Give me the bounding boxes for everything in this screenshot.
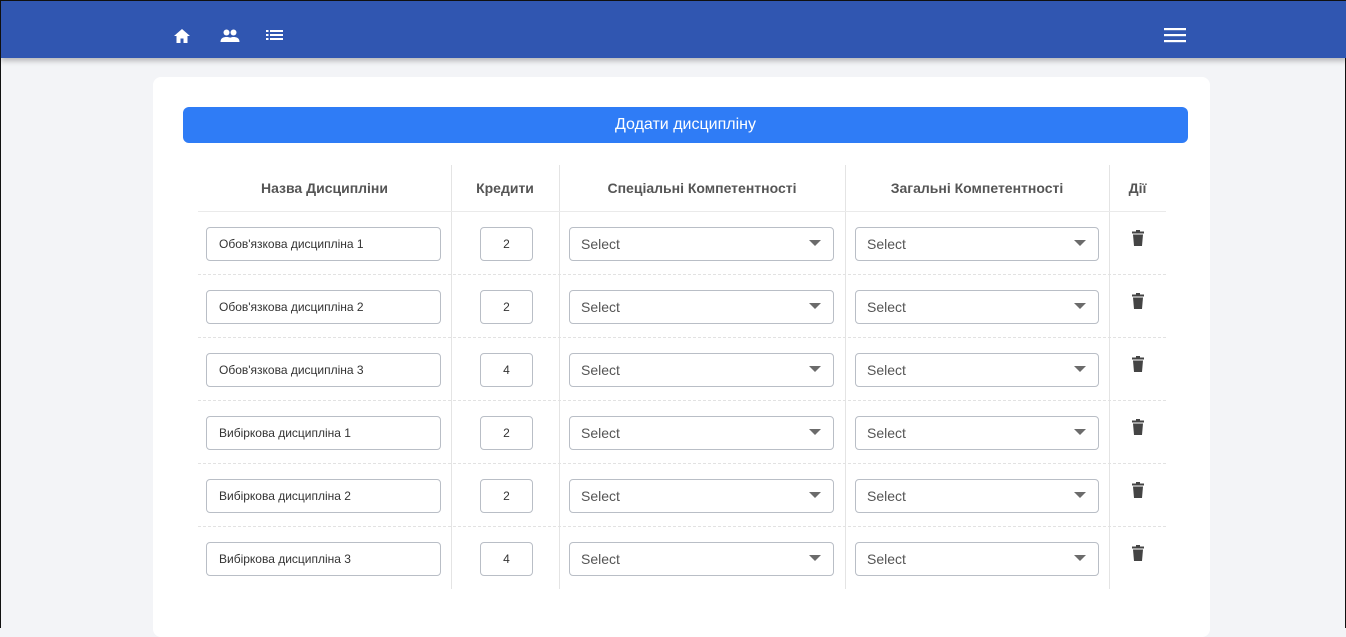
select-placeholder: Select (581, 362, 620, 378)
discipline-name-input[interactable] (206, 290, 441, 324)
discipline-name-input[interactable] (206, 416, 441, 450)
caret-down-icon (809, 303, 821, 309)
caret-down-icon (1074, 429, 1086, 435)
column-header-general-competencies: Загальні Компетентності (890, 180, 1064, 196)
credits-input[interactable] (480, 290, 533, 324)
home-icon[interactable] (173, 28, 193, 46)
credits-input[interactable] (480, 353, 533, 387)
trash-icon[interactable] (1132, 482, 1146, 500)
general-competencies-select[interactable]: Select (855, 227, 1099, 261)
credits-input[interactable] (480, 542, 533, 576)
table-row: Select Select (198, 464, 1166, 527)
caret-down-icon (1074, 240, 1086, 246)
select-placeholder: Select (867, 299, 906, 315)
select-placeholder: Select (581, 425, 620, 441)
general-competencies-select[interactable]: Select (855, 353, 1099, 387)
trash-icon[interactable] (1132, 230, 1146, 248)
select-placeholder: Select (581, 488, 620, 504)
caret-down-icon (1074, 555, 1086, 561)
credits-input[interactable] (480, 227, 533, 261)
column-header-special-competencies: Спеціальні Компетентності (607, 180, 797, 196)
caret-down-icon (809, 240, 821, 246)
caret-down-icon (809, 555, 821, 561)
table-row: Select Select (198, 401, 1166, 464)
discipline-name-input[interactable] (206, 353, 441, 387)
select-placeholder: Select (867, 488, 906, 504)
caret-down-icon (1074, 303, 1086, 309)
caret-down-icon (809, 492, 821, 498)
general-competencies-select[interactable]: Select (855, 416, 1099, 450)
discipline-name-input[interactable] (206, 227, 441, 261)
column-header-credits: Кредити (476, 180, 534, 196)
top-navbar (1, 1, 1346, 58)
select-placeholder: Select (581, 299, 620, 315)
list-icon[interactable] (266, 28, 286, 46)
caret-down-icon (809, 366, 821, 372)
special-competencies-select[interactable]: Select (569, 479, 834, 513)
special-competencies-select[interactable]: Select (569, 290, 834, 324)
menu-icon[interactable] (1164, 27, 1186, 45)
disciplines-card: Додати дисципліну Назва Дисципліни Креди… (153, 77, 1210, 637)
column-header-actions: Дії (1128, 180, 1147, 196)
select-placeholder: Select (581, 551, 620, 567)
special-competencies-select[interactable]: Select (569, 542, 834, 576)
special-competencies-select[interactable]: Select (569, 416, 834, 450)
column-header-name: Назва Дисципліни (260, 180, 388, 196)
discipline-name-input[interactable] (206, 479, 441, 513)
general-competencies-select[interactable]: Select (855, 479, 1099, 513)
table-row: Select Select (198, 212, 1166, 275)
trash-icon[interactable] (1132, 293, 1146, 311)
select-placeholder: Select (867, 551, 906, 567)
caret-down-icon (1074, 492, 1086, 498)
table-row: Select Select (198, 275, 1166, 338)
caret-down-icon (1074, 366, 1086, 372)
people-icon[interactable] (220, 28, 240, 46)
caret-down-icon (809, 429, 821, 435)
special-competencies-select[interactable]: Select (569, 353, 834, 387)
table-row: Select Select (198, 338, 1166, 401)
special-competencies-select[interactable]: Select (569, 227, 834, 261)
select-placeholder: Select (867, 236, 906, 252)
general-competencies-select[interactable]: Select (855, 290, 1099, 324)
table-row: Select Select (198, 527, 1166, 590)
select-placeholder: Select (867, 425, 906, 441)
credits-input[interactable] (480, 416, 533, 450)
trash-icon[interactable] (1132, 419, 1146, 437)
trash-icon[interactable] (1132, 356, 1146, 374)
select-placeholder: Select (581, 236, 620, 252)
trash-icon[interactable] (1132, 545, 1146, 563)
add-discipline-button[interactable]: Додати дисципліну (183, 107, 1188, 143)
credits-input[interactable] (480, 479, 533, 513)
general-competencies-select[interactable]: Select (855, 542, 1099, 576)
select-placeholder: Select (867, 362, 906, 378)
discipline-name-input[interactable] (206, 542, 441, 576)
